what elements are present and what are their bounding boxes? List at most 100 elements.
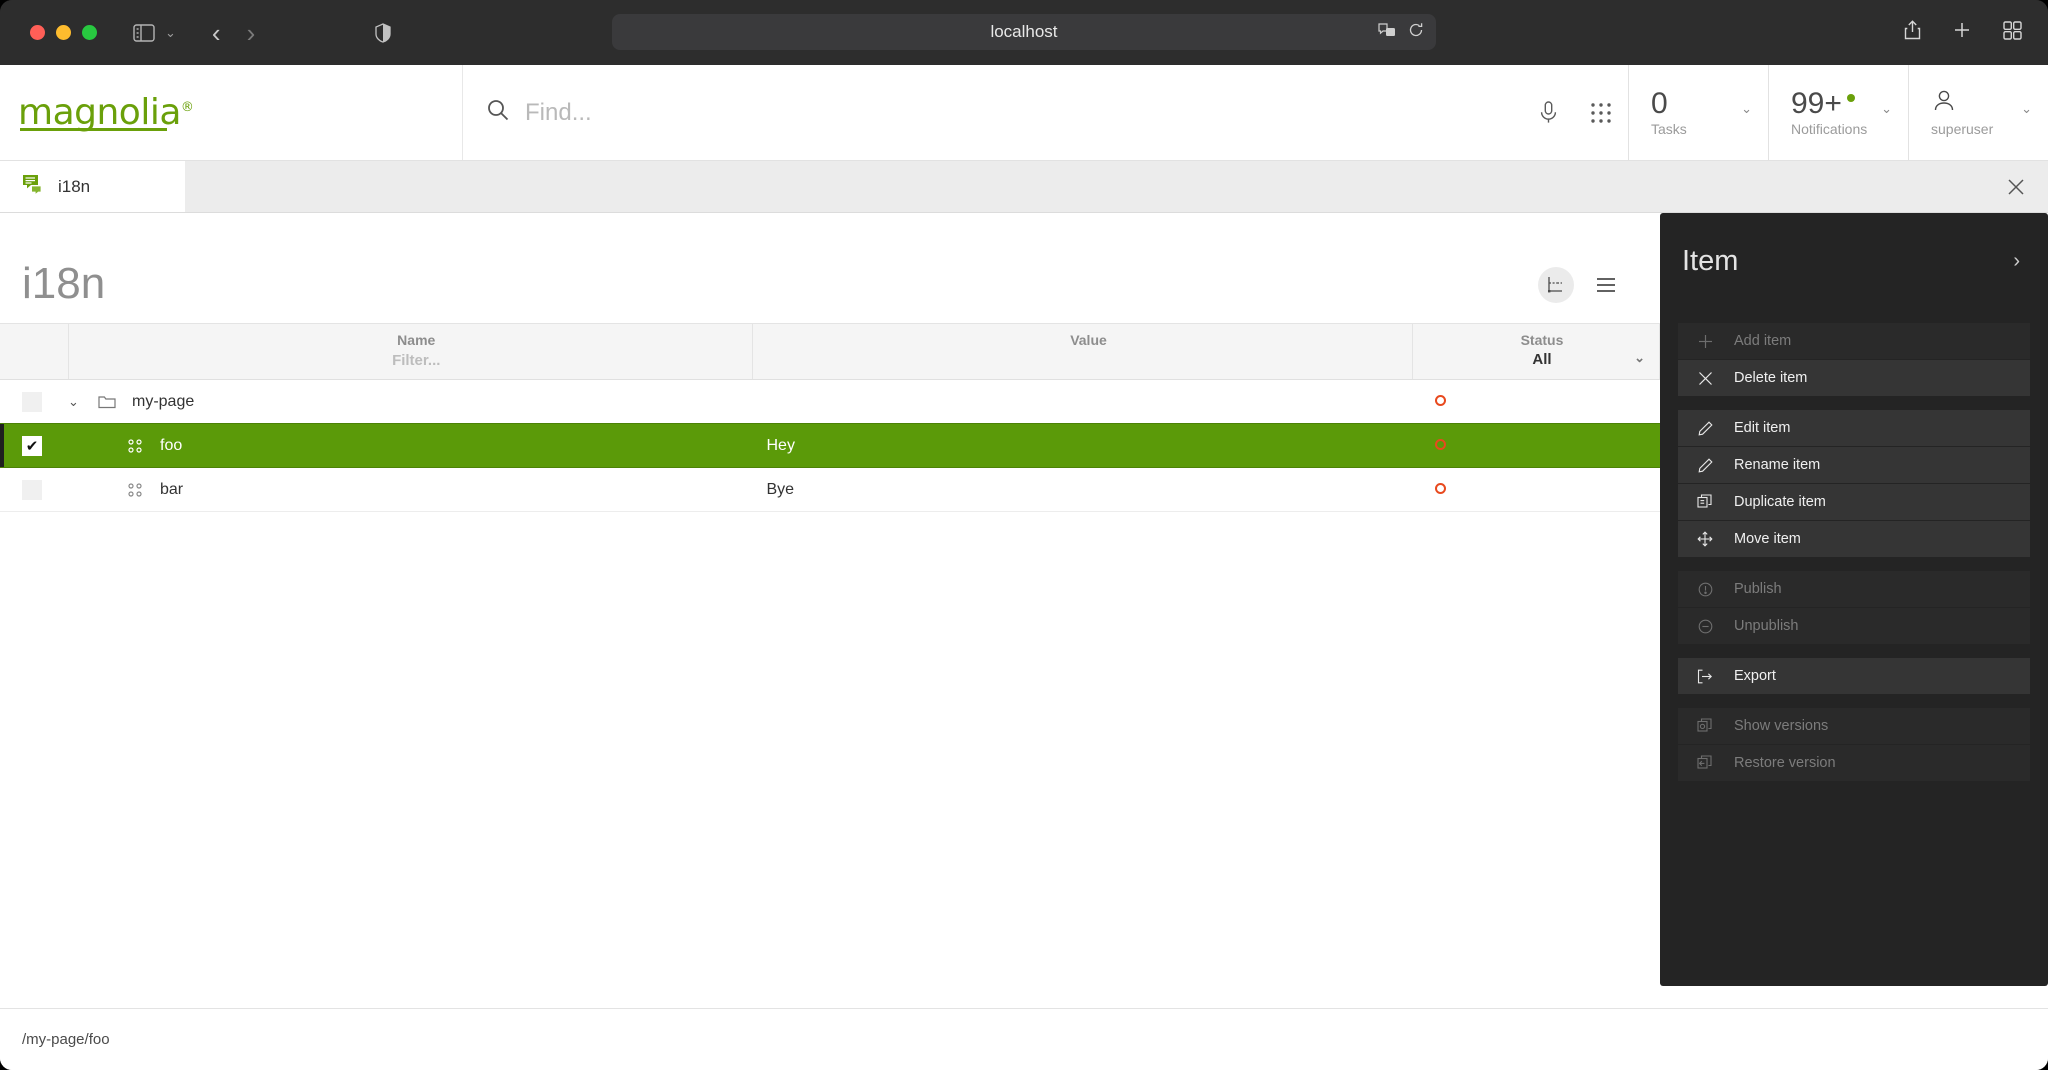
maximize-window-button[interactable] [82, 25, 97, 40]
column-label-name: Name [397, 332, 436, 348]
action-rename-item[interactable]: Rename item [1678, 447, 2030, 484]
content-table: Name Filter... Value Status All ⌄ ⌄ my-p… [0, 323, 1660, 512]
action-panel: Item › Add item Delete item Edit item Re… [1660, 213, 2048, 986]
magnolia-logo[interactable]: magnolia® [0, 65, 463, 160]
row-checkbox[interactable]: ✔ [22, 479, 42, 500]
table-row[interactable]: ✔ ⌄ my-page [0, 380, 1660, 424]
publish-circle-icon [1696, 582, 1714, 597]
row-name-text: my-page [132, 392, 195, 410]
chevron-right-icon[interactable]: › [2013, 250, 2020, 273]
close-window-button[interactable] [30, 25, 45, 40]
row-value-cell [753, 380, 1413, 424]
reload-icon[interactable] [1408, 22, 1424, 43]
url-text: localhost [990, 22, 1058, 41]
row-checkbox[interactable]: ✔ [22, 391, 42, 412]
user-name: superuser [1931, 121, 1994, 137]
list-view-icon[interactable] [1588, 267, 1624, 303]
action-show-versions[interactable]: Show versions [1678, 708, 2030, 745]
tab-label: i18n [58, 176, 91, 196]
column-header-status[interactable]: Status All ⌄ [1412, 323, 1660, 380]
row-value-cell: Hey [752, 423, 1413, 468]
chevron-down-icon[interactable]: ⌄ [2021, 101, 2032, 117]
action-move-item[interactable]: Move item [1678, 521, 2030, 558]
tasks-label: Tasks [1651, 121, 1687, 138]
column-header-name[interactable]: Name Filter... [68, 323, 753, 380]
chevron-down-icon[interactable]: ⌄ [1741, 101, 1752, 117]
status-bar: /my-page/foo [0, 1008, 2048, 1070]
logo-trademark: ® [180, 100, 194, 115]
content-browser: i18n Name Filter... Value Status All ⌄ ⌄… [0, 213, 1660, 1008]
content-title-row: i18n [0, 213, 1660, 323]
row-status-cell [1413, 380, 1660, 424]
privacy-shield-icon[interactable] [375, 22, 391, 43]
pencil-icon [1696, 420, 1714, 436]
restore-version-icon [1696, 755, 1714, 771]
row-checkbox-cell[interactable]: ✔ [0, 380, 68, 424]
row-checkbox[interactable]: ✔ [22, 435, 42, 456]
action-group: Edit item Rename item Duplicate item Mov… [1678, 410, 2030, 558]
tasks-menu[interactable]: 0 Tasks ⌄ [1628, 64, 1768, 161]
sidebar-chevron-down-icon[interactable]: ⌄ [165, 25, 176, 41]
forward-arrow-icon[interactable]: › [247, 20, 256, 46]
app-tab-strip: i18n [0, 161, 2048, 213]
row-name-text: foo [160, 436, 183, 454]
unpublish-minus-circle-icon [1696, 619, 1714, 634]
action-panel-title: Item [1682, 244, 1739, 277]
share-icon[interactable] [1904, 20, 1921, 45]
action-label: Restore version [1734, 755, 1836, 771]
back-arrow-icon[interactable]: ‹ [212, 20, 221, 46]
action-edit-item[interactable]: Edit item [1678, 410, 2030, 447]
translate-icon[interactable]: A [1378, 22, 1396, 43]
row-checkbox-cell[interactable]: ✔ [0, 423, 68, 468]
expand-chevron-icon[interactable]: ⌄ [68, 394, 82, 410]
chevron-down-icon[interactable]: ⌄ [1634, 350, 1645, 366]
user-icon [1931, 88, 2030, 119]
status-path: /my-page/foo [22, 1031, 110, 1048]
action-export[interactable]: Export [1678, 658, 2030, 695]
user-menu[interactable]: superuser ⌄ [1908, 64, 2048, 161]
table-row[interactable]: ✔ [0, 423, 1660, 468]
search-input[interactable] [525, 98, 1354, 127]
notification-dot-badge [1846, 93, 1855, 102]
window-controls[interactable] [30, 25, 97, 40]
row-checkbox-cell[interactable]: ✔ [0, 468, 68, 512]
close-tab-button[interactable] [2006, 161, 2026, 213]
i18n-speech-bubble-icon [22, 174, 44, 199]
row-name-cell: foo [68, 423, 753, 468]
address-bar[interactable]: localhost A [612, 14, 1436, 50]
microphone-icon[interactable] [1523, 100, 1574, 125]
apps-grid-icon[interactable] [1574, 102, 1628, 124]
name-filter-input[interactable]: Filter... [69, 352, 753, 369]
row-selection-marker [0, 423, 4, 467]
tree-view-icon[interactable] [1538, 267, 1574, 303]
browser-toolbar: ⌄ ‹ › localhost A [0, 0, 2048, 65]
action-group: Show versions Restore version [1678, 708, 2030, 782]
browser-toolbar-right [1904, 0, 2022, 65]
tab-i18n[interactable]: i18n [0, 161, 185, 212]
action-unpublish[interactable]: Unpublish [1678, 608, 2030, 645]
notifications-menu[interactable]: 99+ Notifications ⌄ [1768, 64, 1908, 161]
global-search[interactable] [463, 65, 1523, 160]
notifications-label: Notifications [1791, 121, 1868, 138]
action-add-item[interactable]: Add item [1678, 323, 2030, 360]
action-label: Delete item [1734, 370, 1808, 386]
minimize-window-button[interactable] [56, 25, 71, 40]
action-group: Add item Delete item [1678, 323, 2030, 397]
new-tab-plus-icon[interactable] [1953, 21, 1971, 44]
table-body: ✔ ⌄ my-page [0, 380, 1660, 512]
content-node-icon [124, 437, 146, 455]
tab-overview-icon[interactable] [2003, 20, 2022, 45]
move-arrows-icon [1696, 531, 1714, 547]
status-filter-value[interactable]: All [1413, 351, 1659, 368]
pencil-icon [1696, 457, 1714, 473]
action-publish[interactable]: Publish [1678, 571, 2030, 608]
action-duplicate-item[interactable]: Duplicate item [1678, 484, 2030, 521]
table-row[interactable]: ✔ [0, 468, 1660, 512]
folder-icon [96, 394, 118, 409]
action-group: Publish Unpublish [1678, 571, 2030, 645]
action-delete-item[interactable]: Delete item [1678, 360, 2030, 397]
chevron-down-icon[interactable]: ⌄ [1881, 101, 1892, 117]
sidebar-icon[interactable] [133, 23, 155, 42]
action-restore-version[interactable]: Restore version [1678, 745, 2030, 782]
column-header-value[interactable]: Value [752, 323, 1413, 380]
